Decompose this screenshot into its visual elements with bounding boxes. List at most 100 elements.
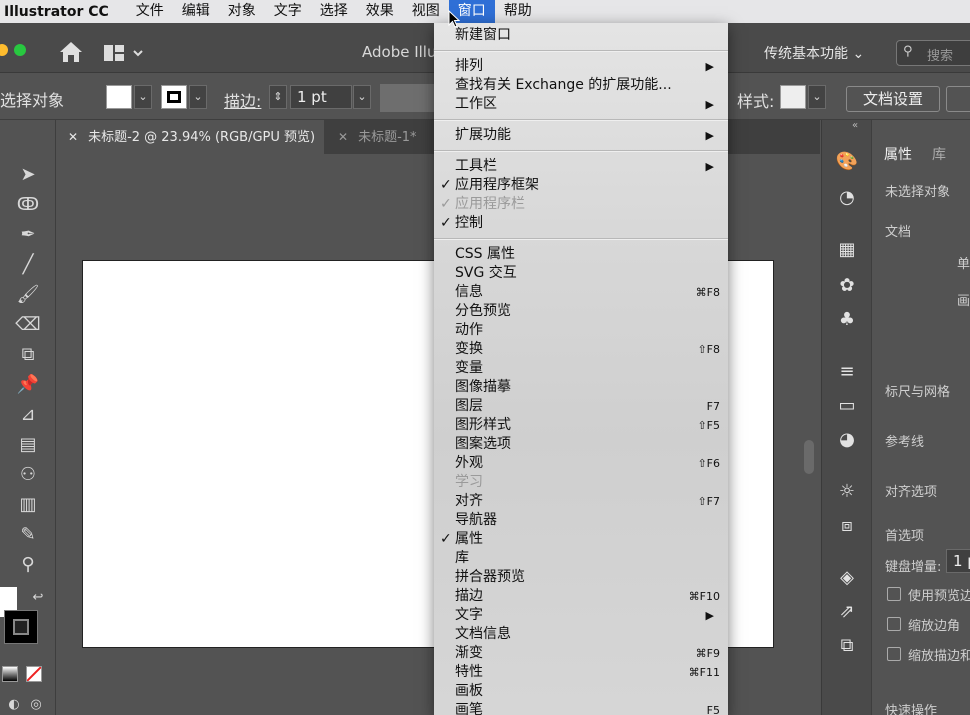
color-panel-icon[interactable]: 🎨: [834, 150, 860, 174]
menu-item-extensions[interactable]: 扩展功能 ▶: [434, 126, 728, 145]
menu-item-css-properties[interactable]: CSS 属性: [434, 245, 728, 264]
menu-object[interactable]: 对象: [219, 0, 265, 23]
menu-item-artboards[interactable]: 画板: [434, 682, 728, 701]
scale-corners-checkbox[interactable]: [887, 617, 901, 631]
gradient-mode-icon[interactable]: [2, 666, 18, 682]
stroke-color-box[interactable]: [4, 610, 38, 644]
menu-item-toolbars[interactable]: 工具栏 ▶: [434, 157, 728, 176]
menu-item-document-info[interactable]: 文档信息: [434, 625, 728, 644]
layers-panel-icon[interactable]: ◈: [834, 566, 860, 590]
eyedropper-tool-icon[interactable]: ✎: [14, 522, 42, 548]
menu-select[interactable]: 选择: [311, 0, 357, 23]
stroke-label[interactable]: 描边:: [224, 88, 261, 112]
close-icon[interactable]: ✕: [338, 130, 348, 144]
preferences-button[interactable]: [946, 86, 970, 112]
screen-mode-icon[interactable]: ◎: [22, 692, 50, 715]
menu-item-attributes[interactable]: 特性 ⌘F11: [434, 663, 728, 682]
close-icon[interactable]: ✕: [68, 130, 78, 144]
paintbrush-tool-icon[interactable]: 🖌: [14, 282, 42, 308]
none-mode-icon[interactable]: [26, 666, 42, 682]
home-icon[interactable]: [58, 40, 84, 64]
graphic-styles-panel-icon[interactable]: ⧈: [834, 514, 860, 538]
use-preview-bounds-checkbox[interactable]: [887, 587, 901, 601]
arrange-documents-icon[interactable]: [104, 43, 148, 63]
menu-help[interactable]: 帮助: [495, 0, 541, 23]
stroke-stepper[interactable]: ⇕: [269, 85, 287, 109]
menu-item-application-frame[interactable]: ✓ 应用程序框架: [434, 176, 728, 195]
symbols-panel-icon[interactable]: ♣: [834, 308, 860, 332]
eraser-tool-icon[interactable]: ⌫: [14, 312, 42, 338]
perspective-grid-tool-icon[interactable]: ⊿: [14, 402, 42, 428]
menu-effect[interactable]: 效果: [357, 0, 403, 23]
menu-item-stroke[interactable]: 描边 ⌘F10: [434, 587, 728, 606]
menu-item-actions[interactable]: 动作: [434, 321, 728, 340]
tab-properties[interactable]: 属性: [884, 144, 912, 164]
menu-item-graphic-styles[interactable]: 图形样式 ⇧F5: [434, 416, 728, 435]
menu-item-variables[interactable]: 变量: [434, 359, 728, 378]
tab-libraries[interactable]: 库: [932, 144, 946, 164]
scale-tool-icon[interactable]: ⧉: [14, 342, 42, 368]
menu-item-brushes[interactable]: 画笔 F5: [434, 701, 728, 715]
brushes-panel-icon[interactable]: ✿: [834, 274, 860, 298]
lasso-tool-icon[interactable]: ↂ: [14, 192, 42, 218]
collapse-panels-icon[interactable]: «: [852, 120, 858, 131]
menu-item-image-trace[interactable]: 图像描摹: [434, 378, 728, 397]
menu-item-new-window[interactable]: 新建窗口: [434, 26, 728, 45]
menu-type[interactable]: 文字: [265, 0, 311, 23]
menu-item-navigator[interactable]: 导航器: [434, 511, 728, 530]
menu-item-type[interactable]: 文字 ▶: [434, 606, 728, 625]
puppet-warp-tool-icon[interactable]: 📌: [14, 372, 42, 398]
line-tool-icon[interactable]: ╱: [14, 252, 42, 278]
menu-view[interactable]: 视图: [403, 0, 449, 23]
swap-fill-stroke-icon[interactable]: ↩: [24, 585, 52, 611]
menu-edit[interactable]: 编辑: [173, 0, 219, 23]
stroke-panel-icon[interactable]: ≡: [834, 360, 860, 384]
variable-width-profile[interactable]: [380, 84, 436, 112]
scale-strokes-checkbox[interactable]: [887, 647, 901, 661]
workspace-switcher[interactable]: 传统基本功能 ⌄: [764, 43, 864, 63]
menu-item-svg-interactivity[interactable]: SVG 交互: [434, 264, 728, 283]
menu-item-arrange[interactable]: 排列 ▶: [434, 57, 728, 76]
menu-item-workspace[interactable]: 工作区 ▶: [434, 95, 728, 114]
shape-builder-tool-icon[interactable]: ⚇: [14, 462, 42, 488]
swatches-panel-icon[interactable]: ▦: [834, 238, 860, 262]
stroke-dropdown-icon[interactable]: ⌄: [189, 85, 207, 109]
menu-item-pattern-options[interactable]: 图案选项: [434, 435, 728, 454]
transparency-panel-icon[interactable]: ◕: [834, 428, 860, 452]
menu-item-separations-preview[interactable]: 分色预览: [434, 302, 728, 321]
gradient-tool-icon[interactable]: ▤: [14, 432, 42, 458]
menu-item-appearance[interactable]: 外观 ⇧F6: [434, 454, 728, 473]
menu-item-align[interactable]: 对齐 ⇧F7: [434, 492, 728, 511]
fill-swatch[interactable]: [106, 85, 132, 109]
stroke-swatch[interactable]: [161, 85, 187, 109]
zoom-button[interactable]: [14, 44, 26, 56]
stroke-weight-dropdown-icon[interactable]: ⌄: [353, 85, 371, 109]
export-panel-icon[interactable]: ⇗: [834, 600, 860, 624]
app-menu[interactable]: Illustrator CC: [0, 4, 127, 20]
zoom-tool-icon[interactable]: ⚲: [14, 552, 42, 578]
menu-item-flattener-preview[interactable]: 拼合器预览: [434, 568, 728, 587]
menu-item-gradient[interactable]: 渐变 ⌘F9: [434, 644, 728, 663]
artboards-panel-icon[interactable]: ⧉: [834, 634, 860, 658]
graphic-style-dropdown-icon[interactable]: ⌄: [808, 85, 826, 109]
keyboard-increment-input[interactable]: 1 p: [946, 549, 970, 573]
fill-dropdown-icon[interactable]: ⌄: [134, 85, 152, 109]
direct-selection-tool-icon[interactable]: ➤: [14, 162, 42, 188]
vertical-scrollbar[interactable]: [804, 440, 814, 474]
menu-item-find-extensions[interactable]: 查找有关 Exchange 的扩展功能...: [434, 76, 728, 95]
appearance-panel-icon[interactable]: ☼: [834, 480, 860, 504]
search-input[interactable]: ⚲ 搜索: [896, 40, 970, 66]
column-graph-tool-icon[interactable]: ▥: [14, 492, 42, 518]
pen-tool-icon[interactable]: ✒: [14, 222, 42, 248]
color-guide-icon[interactable]: ◔: [834, 186, 860, 210]
document-setup-button[interactable]: 文档设置: [846, 86, 940, 112]
stroke-weight-input[interactable]: 1 pt: [290, 85, 352, 109]
menu-item-info[interactable]: 信息 ⌘F8: [434, 283, 728, 302]
menu-file[interactable]: 文件: [127, 0, 173, 23]
menu-item-transform[interactable]: 变换 ⇧F8: [434, 340, 728, 359]
tab-document-2[interactable]: ✕ 未标题-2 @ 23.94% (RGB/GPU 预览): [56, 120, 324, 154]
menu-item-properties[interactable]: ✓ 属性: [434, 530, 728, 549]
gradient-panel-icon[interactable]: ▭: [834, 394, 860, 418]
menu-item-libraries[interactable]: 库: [434, 549, 728, 568]
graphic-style-swatch[interactable]: [780, 85, 806, 109]
